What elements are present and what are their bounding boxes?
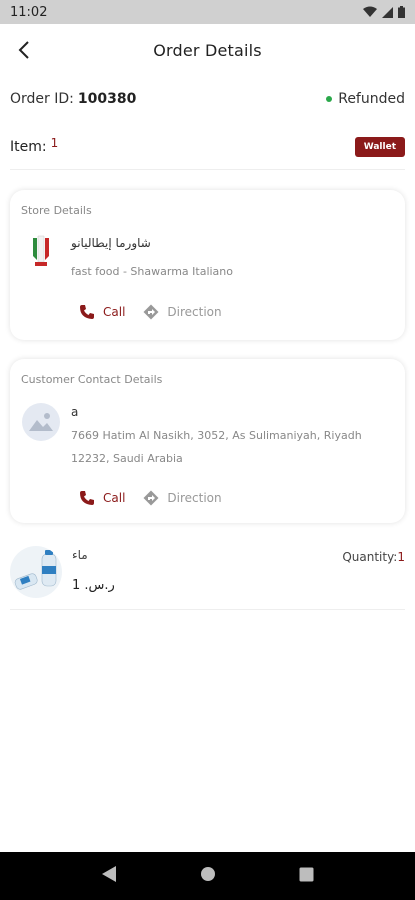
store-call-label: Call <box>103 305 126 319</box>
order-status: Refunded <box>326 91 405 107</box>
square-recent-icon <box>299 867 314 881</box>
store-call-button[interactable]: Call <box>79 304 125 320</box>
customer-actions: Call Direction <box>79 490 222 506</box>
product-price: ر.س. 1 <box>72 578 115 593</box>
customer-call-button[interactable]: Call <box>79 490 125 506</box>
signal-icon <box>382 6 393 18</box>
store-direction-label: Direction <box>167 305 222 319</box>
battery-icon <box>398 6 405 18</box>
order-id-row: Order ID: 100380 Refunded <box>10 88 405 110</box>
phone-icon <box>80 491 94 505</box>
store-direction-button[interactable]: Direction <box>143 304 222 320</box>
direction-icon <box>143 490 159 506</box>
item-label: Item: <box>10 139 47 155</box>
order-id-value: 100380 <box>77 91 137 107</box>
store-details-card: Store Details شاورما إيطاليانو fast food… <box>10 190 405 340</box>
item-count: 1 <box>50 136 59 150</box>
status-time: 11:02 <box>10 4 48 20</box>
triangle-back-icon <box>102 866 117 882</box>
item-row: Item: 1 Wallet <box>10 134 405 160</box>
product-quantity: Quantity:1 <box>342 550 405 564</box>
nav-home-button[interactable] <box>200 866 216 886</box>
store-name: شاورما إيطاليانو <box>71 236 151 250</box>
quantity-label: Quantity: <box>342 550 398 564</box>
customer-name: a <box>71 405 79 419</box>
product-image <box>10 546 62 598</box>
customer-call-label: Call <box>103 491 126 505</box>
product-row: ماء ر.س. 1 Quantity:1 <box>10 546 405 602</box>
store-logo <box>22 232 60 270</box>
image-placeholder-icon <box>29 413 53 431</box>
back-button[interactable] <box>10 36 38 64</box>
system-nav-bar <box>0 852 415 900</box>
app-bar: Order Details <box>0 24 415 76</box>
store-logo-icon <box>33 235 49 266</box>
phone-icon <box>80 305 94 319</box>
customer-avatar <box>22 403 60 441</box>
customer-direction-button[interactable]: Direction <box>143 490 222 506</box>
customer-section-title: Customer Contact Details <box>21 373 163 386</box>
customer-contact-card: Customer Contact Details a 7669 Hatim Al… <box>10 359 405 523</box>
water-bottle-icon <box>14 550 57 590</box>
customer-direction-label: Direction <box>167 491 222 505</box>
direction-icon <box>143 304 159 320</box>
arrow-left-icon <box>18 41 29 59</box>
divider <box>10 169 405 170</box>
item-info: Item: 1 <box>10 136 59 155</box>
status-dot <box>326 96 333 102</box>
wifi-icon <box>363 6 377 17</box>
product-name: ماء <box>72 548 88 562</box>
store-subtitle: fast food - Shawarma Italiano <box>71 265 233 278</box>
circle-home-icon <box>200 867 215 881</box>
page-title: Order Details <box>153 40 262 60</box>
store-section-title: Store Details <box>21 204 92 217</box>
nav-back-button[interactable] <box>101 865 117 887</box>
order-id-label: Order ID: <box>10 91 74 107</box>
status-icons <box>363 6 405 18</box>
customer-address: 7669 Hatim Al Nasikh, 3052, As Sulimaniy… <box>71 429 362 465</box>
payment-badge: Wallet <box>354 137 405 157</box>
store-actions: Call Direction <box>79 304 222 320</box>
status-text: Refunded <box>338 91 405 107</box>
nav-recent-button[interactable] <box>299 867 314 886</box>
quantity-value: 1 <box>397 550 405 564</box>
order-id: Order ID: 100380 <box>10 91 136 107</box>
status-bar: 11:02 <box>0 0 415 24</box>
divider <box>10 609 405 610</box>
